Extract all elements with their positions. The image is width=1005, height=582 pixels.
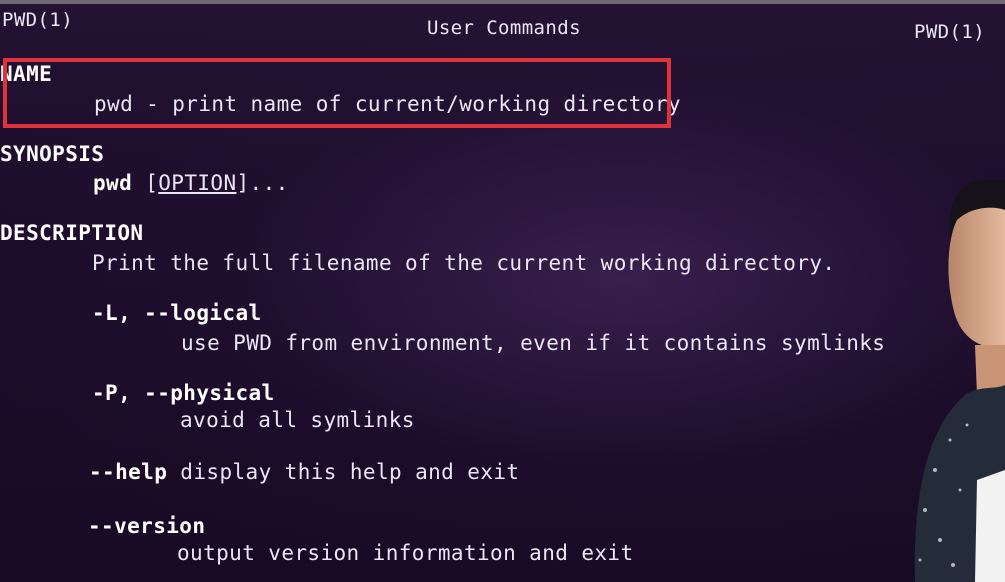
synopsis-option: OPTION: [158, 171, 237, 195]
header-center: User Commands: [427, 17, 581, 39]
highlight-box: [3, 58, 671, 128]
synopsis-close: ]...: [236, 171, 289, 195]
option-help-text: display this help and exit: [167, 460, 520, 484]
window-top-edge: [0, 0, 1005, 4]
option-physical-flag: -P, --physical: [92, 381, 275, 405]
synopsis-open-bracket: [: [145, 171, 159, 195]
option-version-text: output version information and exit: [177, 541, 634, 565]
option-logical-flag: -L, --logical: [92, 301, 262, 325]
option-physical-text: avoid all symlinks: [180, 408, 415, 432]
section-heading-synopsis: SYNOPSIS: [0, 142, 105, 166]
option-help-flag: --help: [89, 460, 168, 484]
synopsis-line: pwd [OPTION]...: [93, 171, 289, 195]
presenter-figure: [914, 180, 1005, 582]
option-help-line: --help display this help and exit: [89, 460, 519, 484]
header-right: PWD(1): [914, 21, 986, 43]
synopsis-command: pwd: [93, 171, 133, 195]
option-logical-text: use PWD from environment, even if it con…: [181, 331, 886, 355]
terminal-window: PWD(1) User Commands PWD(1) NAME pwd - p…: [0, 0, 1005, 582]
header-left: PWD(1): [2, 9, 74, 31]
description-text: Print the full filename of the current w…: [92, 251, 836, 275]
option-version-flag: --version: [88, 514, 206, 538]
section-heading-description: DESCRIPTION: [0, 221, 144, 245]
